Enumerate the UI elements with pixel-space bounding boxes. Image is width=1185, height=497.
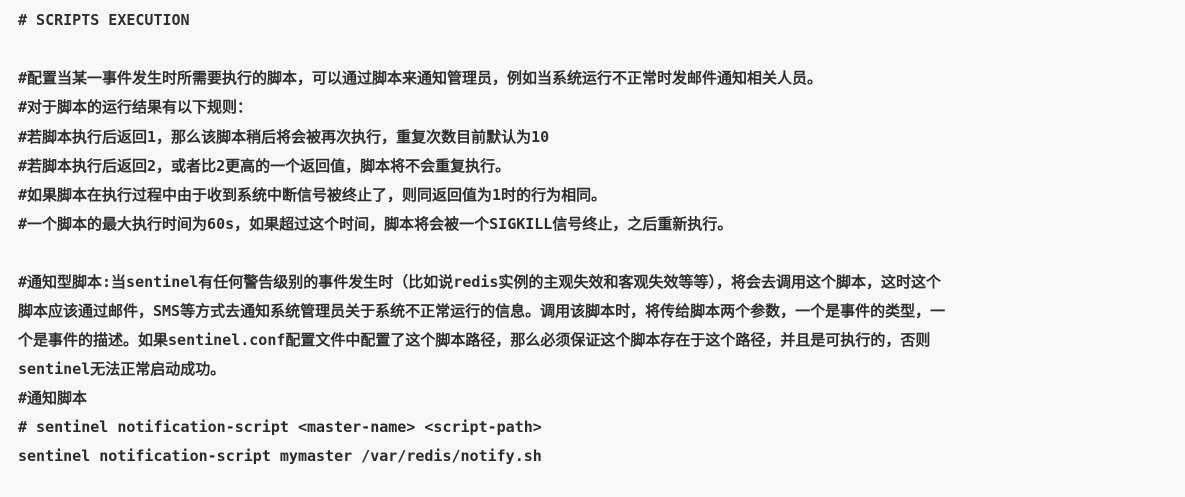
comment-line: #通知型脚本:当sentinel有任何警告级别的事件发生时（比如说redis实例…	[18, 273, 941, 291]
section-heading: # SCRIPTS EXECUTION	[18, 11, 190, 29]
comment-line: #通知脚本	[18, 389, 88, 407]
comment-line: #若脚本执行后返回2，或者比2更高的一个返回值，脚本将不会重复执行。	[18, 157, 511, 175]
document-page: # SCRIPTS EXECUTION #配置当某一事件发生时所需要执行的脚本，…	[0, 0, 1185, 497]
comment-line: #一个脚本的最大执行时间为60s，如果超过这个时间，脚本将会被一个SIGKILL…	[18, 215, 733, 233]
comment-line: #如果脚本在执行过程中由于收到系统中断信号被终止了，则同返回值为1时的行为相同。	[18, 186, 607, 204]
comment-line: #配置当某一事件发生时所需要执行的脚本，可以通过脚本来通知管理员，例如当系统运行…	[18, 69, 823, 87]
comment-line: 个是事件的描述。如果sentinel.conf配置文件中配置了这个脚本路径，那么…	[18, 331, 931, 349]
code-comment-line: # sentinel notification-script <master-n…	[18, 418, 542, 436]
comment-line: 脚本应该通过邮件，SMS等方式去通知系统管理员关于系统不正常运行的信息。调用该脚…	[18, 302, 946, 320]
comment-line: #若脚本执行后返回1，那么该脚本稍后将会被再次执行，重复次数目前默认为10	[18, 128, 550, 146]
bottom-fade	[0, 477, 1185, 497]
comment-line: #对于脚本的运行结果有以下规则：	[18, 98, 253, 116]
comment-line: sentinel无法正常启动成功。	[18, 360, 226, 378]
code-line: sentinel notification-script mymaster /v…	[18, 447, 542, 465]
